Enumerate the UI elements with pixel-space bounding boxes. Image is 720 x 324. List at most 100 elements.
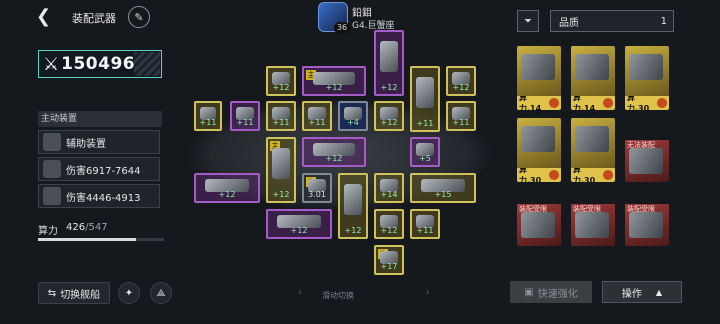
slot[interactable]: +5 — [410, 137, 440, 167]
slot-level: +11 — [416, 226, 434, 235]
claw-icon — [43, 160, 61, 178]
active-equipment-label: 主动装置 — [38, 111, 162, 127]
sort-order: 1 — [660, 15, 667, 27]
slot[interactable]: 主 +12 — [302, 66, 366, 96]
sort-dropdown[interactable]: 品质 1 — [550, 10, 674, 32]
slot-level: +12 — [344, 226, 362, 235]
element-icon — [549, 170, 559, 180]
slide-right-icon[interactable]: › — [426, 288, 430, 298]
card-power: 算力.14 — [517, 93, 561, 110]
weapon-card[interactable]: 装配受限算力.30 — [571, 182, 615, 246]
slot[interactable]: +12 — [266, 209, 332, 239]
slot[interactable]: +11 — [446, 101, 476, 131]
combat-power-value: 150496 — [61, 54, 136, 74]
quick-enhance-button[interactable]: ▣ 快速强化 — [510, 281, 592, 303]
filter-button[interactable]: ⏷ — [517, 10, 539, 32]
weapon-icon — [629, 212, 663, 238]
weapon-card[interactable]: 算力.14 — [517, 46, 561, 110]
slot-level: +12 — [290, 226, 308, 235]
capacity-bar — [38, 238, 164, 241]
weapon-card[interactable]: 算力.14 — [571, 46, 615, 110]
weapon-image — [571, 46, 615, 96]
slot-level: +11 — [199, 118, 217, 127]
damage-weapon-2-button[interactable]: 伤害4446-4913 — [38, 184, 160, 208]
slot-level: +14 — [380, 190, 398, 199]
weapon-image — [517, 46, 561, 96]
weapon-icon — [629, 54, 663, 80]
weapon-image: 无法装配 — [625, 140, 669, 182]
decorative-stripes — [134, 52, 160, 76]
weapon-image: 装配受限 — [517, 204, 561, 246]
slot-level: +11 — [308, 118, 326, 127]
slot[interactable]: +12 — [266, 66, 296, 96]
slot[interactable]: +11 — [410, 66, 440, 132]
slot-level: +12 — [272, 83, 290, 92]
slot-level: +12 — [218, 190, 236, 199]
slot[interactable]: 主3.01 — [302, 173, 332, 203]
slot[interactable]: +11 — [230, 101, 260, 131]
weapon-image: 装配受限 — [625, 204, 669, 246]
back-button[interactable]: ❮ — [36, 8, 56, 26]
aux-device-button[interactable]: 辅助装置 — [38, 130, 160, 154]
slot[interactable]: +14 — [374, 173, 404, 203]
slot-level: 3.01 — [308, 190, 326, 199]
capacity-total: /547 — [85, 222, 108, 233]
emblem-button[interactable]: ✦ — [118, 282, 140, 304]
slot[interactable]: 主 +12 — [266, 137, 296, 203]
edit-button[interactable]: ✎ — [128, 6, 150, 28]
operate-label: 操作 — [621, 288, 642, 300]
weapon-image: 装配受限 — [571, 204, 615, 246]
weapon-card[interactable]: 装配受限算力.30 — [625, 182, 669, 246]
item-label: 伤害6917-7644 — [66, 165, 141, 177]
weapon-card[interactable]: 算力.30 — [571, 118, 615, 182]
chevron-up-icon: ▲ — [655, 287, 663, 297]
slot-level: +11 — [416, 119, 434, 128]
weapon-card[interactable]: 算力.30 — [625, 46, 669, 110]
weapon-card[interactable]: 算力.30 — [517, 118, 561, 182]
slot[interactable]: +11 — [410, 209, 440, 239]
operate-button[interactable]: 操作 ▲ — [602, 281, 682, 303]
slot[interactable]: +12 — [374, 30, 404, 96]
slot[interactable]: +12 — [194, 173, 260, 203]
item-label: 伤害4446-4913 — [66, 192, 141, 204]
card-power: 算力.30 — [625, 93, 669, 110]
slide-hint: 滑动切换 — [322, 291, 354, 300]
card-power: 算力.14 — [571, 93, 615, 110]
slot-level: +17 — [380, 262, 398, 271]
slot[interactable]: +12 — [302, 137, 366, 167]
weapon-card[interactable]: 无法装配算力.14 — [625, 118, 669, 182]
slot[interactable]: +12 — [374, 101, 404, 131]
slot[interactable]: +15 — [410, 173, 476, 203]
slot[interactable]: +4 — [338, 101, 368, 131]
slot-level: +12 — [380, 83, 398, 92]
weapon-icon — [521, 212, 555, 238]
pencil-icon: ✎ — [134, 10, 144, 24]
slot[interactable]: +11 — [194, 101, 222, 131]
fleet-button[interactable]: ⟁ — [150, 282, 172, 304]
slot-level: +15 — [434, 190, 452, 199]
slot-level: +12 — [325, 83, 343, 92]
page-title: 装配武器 — [72, 12, 116, 25]
switch-ship-label: 切换舰船 — [60, 289, 101, 301]
sort-label: 品质 — [559, 17, 579, 29]
ship-name: 鉛鉬 — [352, 8, 372, 19]
switch-ship-button[interactable]: ⇆ 切换舰船 — [38, 282, 110, 304]
slot[interactable]: +11 — [266, 101, 296, 131]
slot-level: +4 — [347, 118, 359, 127]
weapon-icon — [521, 54, 555, 80]
slide-left-icon[interactable]: ‹ — [298, 288, 302, 298]
slot[interactable]: +12 — [446, 66, 476, 96]
slot[interactable]: +12 — [374, 209, 404, 239]
slot[interactable]: +12 — [338, 173, 368, 239]
weapon-icon — [575, 212, 609, 238]
slot-level: +12 — [272, 190, 290, 199]
damage-weapon-1-button[interactable]: 伤害6917-7644 — [38, 157, 160, 181]
slot[interactable]: +11 — [302, 101, 332, 131]
weapon-card[interactable]: 装配受限算力.30 — [517, 182, 561, 246]
lock-icon: ▣ — [524, 286, 534, 298]
weapon-icon — [575, 126, 609, 152]
slot[interactable]: 主+17 — [374, 245, 404, 275]
slot-level: +12 — [380, 226, 398, 235]
ship-level-badge: 36 — [334, 22, 350, 34]
weapon-image — [625, 46, 669, 96]
